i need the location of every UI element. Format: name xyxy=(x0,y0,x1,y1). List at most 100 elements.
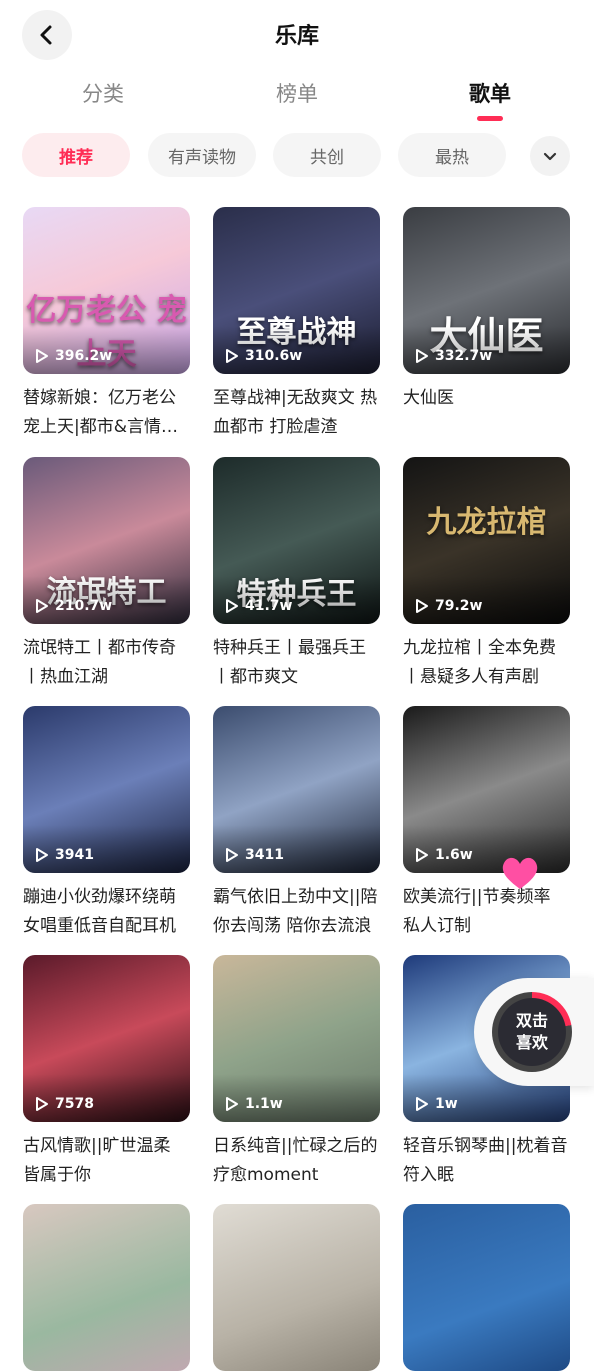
tab-category[interactable]: 分类 xyxy=(43,78,163,108)
play-count: 3411 xyxy=(225,847,284,863)
play-count-value: 396.2w xyxy=(55,348,113,364)
playlist-cover[interactable]: 特种兵王41.7w xyxy=(213,457,380,624)
play-count: 3941 xyxy=(35,847,94,863)
play-count-value: 7578 xyxy=(55,1096,94,1112)
playlist-cover[interactable]: 九龙拉棺 79.2w xyxy=(403,457,570,624)
playlist-title[interactable]: 九龙拉棺丨全本免费丨悬疑多人有声剧 xyxy=(403,634,570,692)
like-button-label: 双击 喜欢 xyxy=(498,998,566,1066)
playlist-cover[interactable]: 1.6w xyxy=(403,706,570,873)
playlist-title[interactable]: 替嫁新娘：亿万老公宠上天|都市&言情&... xyxy=(23,384,190,442)
active-tab-indicator xyxy=(477,116,503,121)
play-count: 7578 xyxy=(35,1096,94,1112)
play-count-value: 1.6w xyxy=(435,847,473,863)
playlist-card[interactable] xyxy=(213,1204,380,1371)
tab-bar: 分类 榜单 歌单 xyxy=(0,78,594,128)
play-count: 1.6w xyxy=(415,847,473,863)
playlist-title[interactable]: 流氓特工丨都市传奇丨热血江湖 xyxy=(23,634,190,692)
playlist-cover[interactable]: 至尊战神310.6w xyxy=(213,207,380,374)
playlist-cover[interactable]: 7578 xyxy=(23,955,190,1122)
playlist-card[interactable]: 7578 古风情歌||旷世温柔 皆属于你 xyxy=(23,955,190,1190)
playlist-title[interactable]: 古风情歌||旷世温柔 皆属于你 xyxy=(23,1132,190,1190)
playlist-card[interactable]: 特种兵王41.7w 特种兵王丨最强兵王丨都市爽文 xyxy=(213,457,380,692)
playlist-cover[interactable] xyxy=(23,1204,190,1371)
playlist-card[interactable]: 亿万老公 宠上天396.2w 替嫁新娘：亿万老公宠上天|都市&言情&... xyxy=(23,207,190,442)
chip-audiobooks[interactable]: 有声读物 xyxy=(148,133,256,177)
play-count-value: 210.7w xyxy=(55,598,113,614)
chevron-down-icon xyxy=(543,152,557,161)
playlist-card[interactable]: 3941 蹦迪小伙劲爆环绕萌女唱重低音自配耳机 xyxy=(23,706,190,941)
playlist-title[interactable]: 至尊战神|无敌爽文 热血都市 打脸虐渣 xyxy=(213,384,380,442)
playlist-cover[interactable]: 亿万老公 宠上天396.2w xyxy=(23,207,190,374)
playlist-title[interactable]: 欧美流行||节奏频率 私人订制 xyxy=(403,883,570,941)
play-icon xyxy=(36,349,48,363)
page-title: 乐库 xyxy=(274,24,319,49)
play-count: 332.7w xyxy=(415,348,492,364)
play-icon xyxy=(36,1097,48,1111)
chip-cocreate[interactable]: 共创 xyxy=(273,133,381,177)
playlist-card[interactable]: 九龙拉棺 79.2w 九龙拉棺丨全本免费丨悬疑多人有声剧 xyxy=(403,457,570,692)
play-count: 79.2w xyxy=(415,598,482,614)
play-icon xyxy=(416,1097,428,1111)
cover-artwork xyxy=(23,1204,190,1371)
heart-icon xyxy=(502,857,538,889)
play-count: 1.1w xyxy=(225,1096,283,1112)
playlist-cover[interactable]: 3411 xyxy=(213,706,380,873)
play-icon xyxy=(226,1097,238,1111)
like-line2: 喜欢 xyxy=(515,1033,548,1052)
playlist-title[interactable]: 日系纯音||忙碌之后的疗愈moment xyxy=(213,1132,380,1190)
play-count-value: 3411 xyxy=(245,847,284,863)
playlist-card[interactable] xyxy=(403,1204,570,1371)
chip-recommended[interactable]: 推荐 xyxy=(22,133,130,177)
play-count: 1w xyxy=(415,1096,458,1112)
play-count-value: 1w xyxy=(435,1096,458,1112)
playlist-cover[interactable]: 1.1w xyxy=(213,955,380,1122)
play-count-value: 79.2w xyxy=(435,598,483,614)
play-icon xyxy=(226,349,238,363)
playlist-cover[interactable]: 大仙医332.7w xyxy=(403,207,570,374)
playlist-card[interactable]: 1.1w 日系纯音||忙碌之后的疗愈moment xyxy=(213,955,380,1190)
playlist-card[interactable] xyxy=(23,1204,190,1371)
cover-artwork xyxy=(213,1204,380,1371)
more-chips-button[interactable] xyxy=(530,136,570,176)
like-line1: 双击 xyxy=(515,1011,548,1030)
play-count-value: 310.6w xyxy=(245,348,303,364)
play-count-value: 1.1w xyxy=(245,1096,283,1112)
playlist-card[interactable]: 至尊战神310.6w 至尊战神|无敌爽文 热血都市 打脸虐渣 xyxy=(213,207,380,442)
playlist-card[interactable]: 大仙医332.7w 大仙医 xyxy=(403,207,570,413)
playlist-cover[interactable] xyxy=(403,1204,570,1371)
playlist-title[interactable]: 霸气依旧上劲中文||陪你去闯荡 陪你去流浪 xyxy=(213,883,380,941)
cover-title-text: 九龙拉棺 xyxy=(426,505,547,540)
play-icon xyxy=(226,599,238,613)
playlist-card[interactable]: 1.6w 欧美流行||节奏频率 私人订制 xyxy=(403,706,570,941)
play-icon xyxy=(36,848,48,862)
like-progress-ring: 双击 喜欢 xyxy=(492,992,572,1072)
playlist-title[interactable]: 特种兵王丨最强兵王丨都市爽文 xyxy=(213,634,380,692)
playlist-title[interactable]: 轻音乐钢琴曲||枕着音符入眠 xyxy=(403,1132,570,1190)
playlist-cover[interactable]: 流氓特工210.7w xyxy=(23,457,190,624)
play-count-value: 41.7w xyxy=(245,598,293,614)
playlist-cover[interactable] xyxy=(213,1204,380,1371)
double-tap-like-widget[interactable]: 双击 喜欢 xyxy=(474,978,594,1086)
playlist-card[interactable]: 3411 霸气依旧上劲中文||陪你去闯荡 陪你去流浪 xyxy=(213,706,380,941)
playlist-cover[interactable]: 3941 xyxy=(23,706,190,873)
tab-playlists[interactable]: 歌单 xyxy=(430,78,550,121)
play-count: 396.2w xyxy=(35,348,112,364)
play-icon xyxy=(36,599,48,613)
playlist-title[interactable]: 蹦迪小伙劲爆环绕萌女唱重低音自配耳机 xyxy=(23,883,190,941)
play-icon xyxy=(226,848,238,862)
play-icon xyxy=(416,599,428,613)
play-count: 210.7w xyxy=(35,598,112,614)
filter-chips: 推荐 有声读物 共创 最热 xyxy=(0,133,594,179)
tab-charts[interactable]: 榜单 xyxy=(237,78,357,108)
play-count-value: 3941 xyxy=(55,847,94,863)
play-icon xyxy=(416,349,428,363)
playlist-title[interactable]: 大仙医 xyxy=(403,384,570,413)
chip-hottest[interactable]: 最热 xyxy=(398,133,506,177)
play-count-value: 332.7w xyxy=(435,348,493,364)
tab-playlists-label: 歌单 xyxy=(469,82,511,106)
play-icon xyxy=(416,848,428,862)
play-count: 310.6w xyxy=(225,348,302,364)
playlist-card[interactable]: 流氓特工210.7w 流氓特工丨都市传奇丨热血江湖 xyxy=(23,457,190,692)
cover-artwork xyxy=(403,1204,570,1371)
play-count: 41.7w xyxy=(225,598,292,614)
